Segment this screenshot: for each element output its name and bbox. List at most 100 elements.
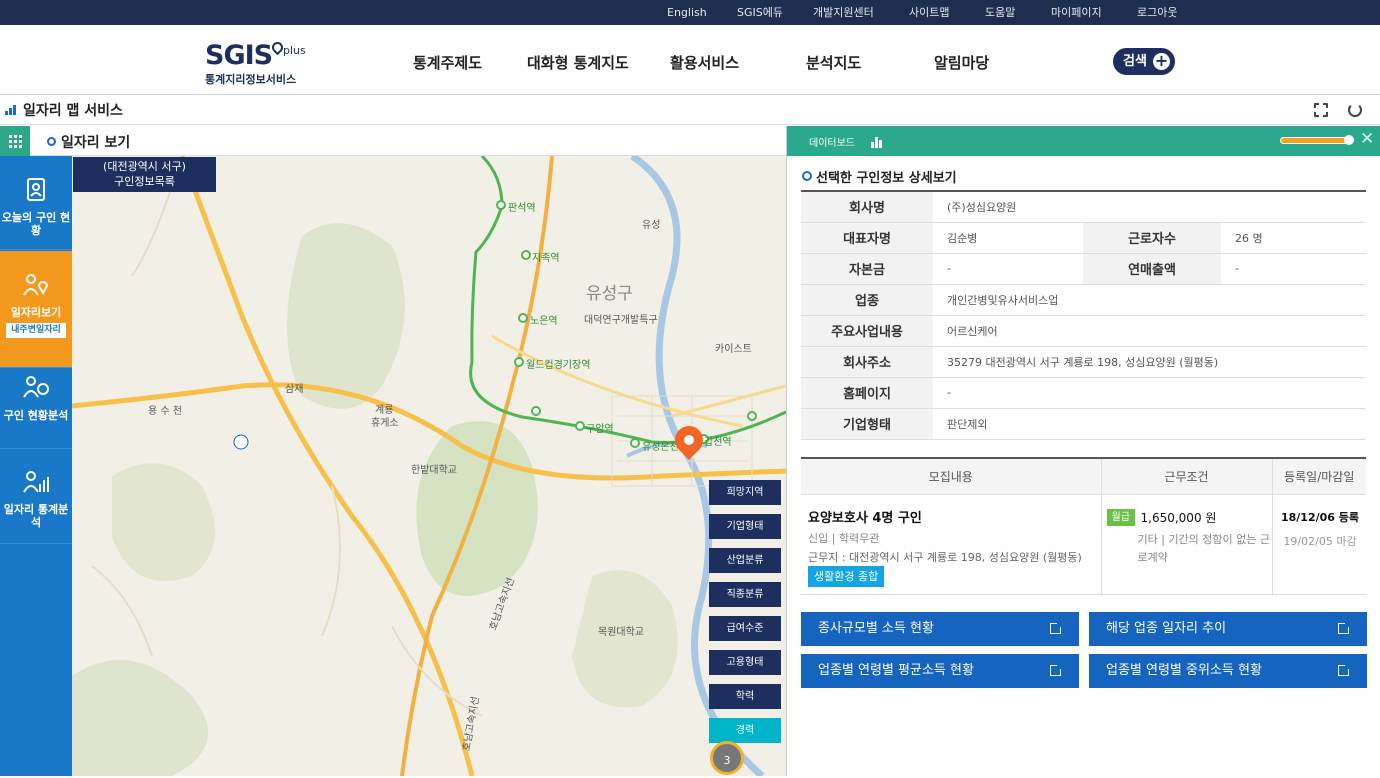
side-navigation: 오늘의 구인 현황 일자리보기 내주변일자리 구인 현황분석 일자리 통계분석 (0, 156, 72, 776)
filter-experience[interactable]: 경력 (709, 718, 781, 743)
filter-desired-region[interactable]: 희망지역 (709, 480, 781, 505)
business-label: 주요사업내용 (801, 315, 933, 347)
station-jijok: 지족역 (532, 253, 560, 264)
link-help[interactable]: 도움말 (985, 0, 1015, 25)
fullscreen-icon[interactable] (1313, 102, 1329, 118)
bar-chart-icon (5, 105, 19, 115)
link-english[interactable]: English (667, 0, 707, 25)
wage-etc: 기타 | 기간의 정함이 없는 근로계약 (1137, 532, 1271, 564)
filter-occupation[interactable]: 직종분류 (709, 582, 781, 607)
sales-label: 연매출액 (1083, 253, 1221, 285)
link-income-by-size[interactable]: 종사규모별 소득 현황 (801, 612, 1079, 646)
refresh-icon[interactable] (1348, 103, 1362, 117)
col-conditions: 근무조건 (1101, 458, 1273, 495)
map-label-rest-area: 휴게소 (371, 418, 399, 429)
homepage-value: - (933, 377, 1366, 409)
filter-industry[interactable]: 산업분류 (709, 548, 781, 573)
ceo-name: 김순병 (933, 222, 1083, 254)
map-label-daedeok: 대덕연구개발특구 (584, 315, 658, 326)
capital-value: - (933, 253, 1083, 285)
gnb-interactive-map[interactable]: 대화형 통계지도 (527, 52, 629, 73)
link-median-income-by-age-label: 업종별 연령별 중위소득 현황 (1106, 663, 1262, 678)
map-label-samjae: 삼재 (285, 384, 304, 395)
company-name-label: 회사명 (801, 191, 933, 223)
external-link-icon (1338, 663, 1351, 676)
company-type-label: 기업형태 (801, 408, 933, 440)
ceo-label: 대표자명 (801, 222, 933, 254)
nav-job-view[interactable]: 일자리보기 내주변일자리 (0, 251, 72, 368)
map-subbar: 일자리 보기 (0, 126, 786, 156)
industry-value: 개인간병및유사서비스업 (933, 284, 1366, 316)
wage-type-badge: 월급 (1106, 508, 1135, 526)
service-title-bar: 일자리 맵 서비스 (0, 95, 1380, 125)
search-button[interactable]: 검색 + (1113, 48, 1175, 75)
clipboard-person-icon (27, 178, 45, 201)
link-avg-income-by-age-label: 업종별 연령별 평균소득 현황 (818, 663, 974, 678)
slider-knob[interactable] (1344, 135, 1354, 145)
filter-education[interactable]: 학력 (709, 684, 781, 709)
nav-job-analysis[interactable]: 구인 현황분석 (0, 369, 72, 449)
bullet-icon (47, 137, 56, 146)
person-pin-icon (23, 274, 49, 296)
job-category-tag[interactable]: 생활환경 종합 (808, 565, 885, 587)
gnb-services[interactable]: 활용서비스 (670, 52, 739, 73)
people-icon (23, 376, 49, 398)
wage-amount: 1,650,000 원 (1140, 510, 1217, 525)
company-type-value: 판단제외 (933, 408, 1366, 440)
opacity-slider[interactable] (1280, 137, 1348, 144)
link-avg-income-by-age[interactable]: 업종별 연령별 평균소득 현황 (801, 654, 1079, 688)
link-income-by-size-label: 종사규모별 소득 현황 (818, 621, 934, 636)
map-canvas[interactable]: 유성구 대덕연구개발특구 카이스트 삼재 유성 계룡 휴게소 한밭대학교 목원대… (72, 156, 786, 776)
chart-icon (871, 136, 883, 148)
nav-job-stats[interactable]: 일자리 통계분석 (0, 450, 72, 544)
link-logout[interactable]: 로그아웃 (1137, 0, 1177, 25)
workers-label: 근로자수 (1083, 222, 1221, 254)
nav-job-analysis-label: 구인 현황분석 (3, 409, 69, 422)
close-icon[interactable]: ✕ (1360, 129, 1374, 149)
sgis-logo[interactable]: SGIS plus 통계지리정보서비스 (205, 39, 315, 88)
external-link-icon (1338, 621, 1351, 634)
station-noeun: 노은역 (530, 316, 558, 327)
data-board-panel: 데이터보드 ✕ 선택한 구인정보 상세보기 회사명 (주)성심요양원 대표자명 … (786, 126, 1380, 776)
grid-menu-icon[interactable] (0, 126, 30, 156)
nav-nearby-tag[interactable]: 내주변일자리 (6, 323, 66, 338)
business-value: 어르신케어 (933, 315, 1366, 347)
link-mypage[interactable]: 마이페이지 (1051, 0, 1102, 25)
table-row[interactable]: 요양보호사 4명 구인 신입 | 학력무관 근무지 : 대전광역시 서구 계룡로… (801, 494, 1366, 595)
link-sgis-edu[interactable]: SGIS에듀 (737, 0, 783, 25)
sales-value: - (1221, 253, 1366, 285)
map-label-kaist: 카이스트 (715, 344, 752, 355)
link-industry-trend-label: 해당 업종 일자리 추이 (1106, 621, 1227, 636)
region-list-badge[interactable]: (대전광역시 서구) 구인정보목록 (73, 157, 216, 192)
company-name: (주)성심요양원 (933, 191, 1366, 223)
capital-label: 자본금 (801, 253, 933, 285)
cluster-marker[interactable]: 3 (710, 741, 744, 775)
map-label-mokwon-univ: 목원대학교 (598, 627, 644, 638)
link-dev-center[interactable]: 개발지원센터 (813, 0, 874, 25)
station-worldcup: 월드컵경기장역 (526, 360, 591, 371)
map-label-hanbat-univ: 한밭대학교 (411, 465, 457, 476)
external-link-icon (1050, 621, 1063, 634)
filter-salary[interactable]: 급여수준 (709, 616, 781, 641)
gnb-notice[interactable]: 알림마당 (934, 52, 989, 73)
workers-count: 26 명 (1221, 222, 1366, 254)
plus-icon: + (1153, 51, 1170, 70)
address-value: 35279 대전광역시 서구 계룡로 198, 성심요양원 (월평동) (933, 346, 1366, 378)
filter-company-type[interactable]: 기업형태 (709, 514, 781, 539)
company-detail-table: 회사명 (주)성심요양원 대표자명 김순병 근로자수 26 명 자본금 - 연매… (801, 190, 1366, 440)
nav-today-jobs[interactable]: 오늘의 구인 현황 (0, 156, 72, 250)
gnb-theme-map[interactable]: 통계주제도 (413, 52, 482, 73)
external-link-icon (1050, 663, 1063, 676)
detail-section-title: 선택한 구인정보 상세보기 (802, 167, 957, 186)
nav-job-stats-label: 일자리 통계분석 (3, 503, 69, 529)
data-board-header: 데이터보드 ✕ (787, 126, 1380, 156)
job-title[interactable]: 요양보호사 4명 구인 (808, 507, 922, 526)
homepage-label: 홈페이지 (801, 377, 933, 409)
link-median-income-by-age[interactable]: 업종별 연령별 중위소득 현황 (1089, 654, 1367, 688)
map-label-yongsu-stream: 용 수 천 (148, 406, 182, 417)
filter-employment-type[interactable]: 고용형태 (709, 650, 781, 675)
link-industry-trend[interactable]: 해당 업종 일자리 추이 (1089, 612, 1367, 646)
gnb-analysis-map[interactable]: 분석지도 (806, 52, 861, 73)
subbar-title: 일자리 보기 (61, 135, 131, 151)
link-sitemap[interactable]: 사이트맵 (909, 0, 949, 25)
